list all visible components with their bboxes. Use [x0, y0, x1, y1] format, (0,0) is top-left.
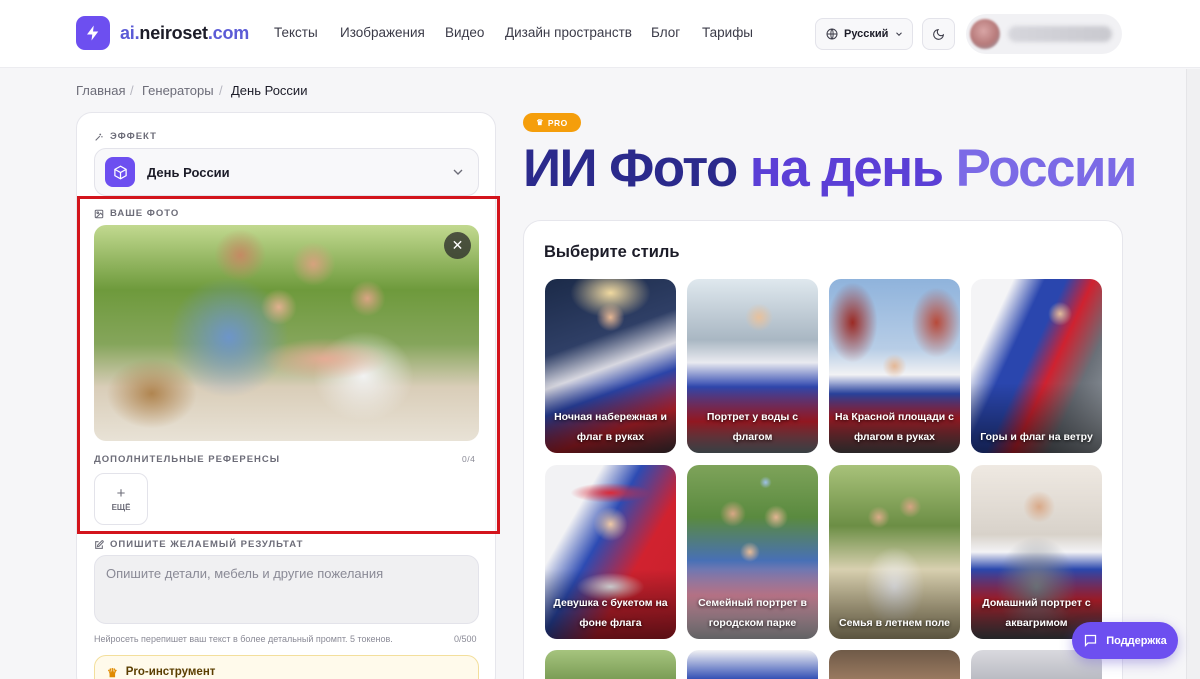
moon-icon	[933, 28, 945, 40]
theme-toggle[interactable]	[922, 18, 955, 50]
prompt-hint: Нейросеть перепишет ваш текст в более де…	[94, 634, 393, 644]
breadcrumb-generators[interactable]: Генераторы	[142, 83, 214, 98]
style-picker-title: Выберите стиль	[544, 243, 680, 261]
description-textarea[interactable]: Опишите детали, мебель и другие пожелани…	[94, 555, 479, 624]
style-card-water-portrait[interactable]: Портрет у воды с флагом	[687, 279, 818, 453]
breadcrumb-home[interactable]: Главная	[76, 83, 125, 98]
logo-text[interactable]: ai.neiroset.com	[120, 23, 249, 44]
nav-video[interactable]: Видео	[445, 25, 484, 40]
chevron-down-icon	[896, 32, 903, 36]
style-card-night-embankment[interactable]: Ночная набережная и флаг в руках	[545, 279, 676, 453]
pro-tool-label: Pro-инструмент	[125, 666, 216, 678]
user-name-redacted	[1008, 26, 1112, 42]
char-count: 0/500	[454, 634, 477, 644]
breadcrumb-separator: /	[219, 83, 223, 98]
pro-badge: ♛ PRO	[523, 113, 581, 132]
support-label: Поддержка	[1106, 634, 1167, 647]
chevron-down-icon	[453, 169, 463, 175]
user-menu[interactable]	[966, 14, 1122, 54]
edit-icon	[95, 539, 104, 549]
style-card-summer-field[interactable]: Семья в летнем поле	[829, 465, 960, 639]
nav-pricing[interactable]: Тарифы	[702, 25, 753, 40]
breadcrumb-separator: /	[130, 83, 134, 98]
avatar	[970, 19, 1000, 49]
breadcrumb-current: День России	[231, 83, 308, 98]
nav-images[interactable]: Изображения	[340, 25, 425, 40]
cube-icon	[105, 157, 135, 187]
top-header: ai.neiroset.com Тексты Изображения Видео…	[0, 0, 1200, 68]
style-card-home-facepaint[interactable]: Домашний портрет с аквагримом	[971, 465, 1102, 639]
nav-interior-design[interactable]: Дизайн пространств	[505, 25, 632, 40]
scrollbar[interactable]	[1186, 69, 1200, 679]
style-card[interactable]	[829, 650, 960, 679]
style-card-red-square[interactable]: На Красной площади с флагом в руках	[829, 279, 960, 453]
describe-label: ОПИШИТЕ ЖЕЛАЕМЫЙ РЕЗУЛЬТАТ	[94, 539, 303, 550]
crown-icon: ♛	[536, 118, 544, 127]
nav-texts[interactable]: Тексты	[274, 25, 318, 40]
magic-icon	[95, 133, 103, 141]
effect-value: День России	[147, 164, 230, 180]
effect-label: ЭФФЕКТ	[94, 131, 157, 142]
style-card[interactable]	[687, 650, 818, 679]
language-select[interactable]: Русский	[815, 18, 913, 50]
language-label: Русский	[844, 28, 889, 40]
logo-bolt-icon[interactable]	[76, 16, 110, 50]
globe-icon	[826, 28, 838, 40]
page-title: ИИ Фото на день России	[523, 139, 1137, 198]
highlight-frame	[77, 196, 500, 534]
effect-dropdown[interactable]: День России	[94, 148, 479, 196]
nav-blog[interactable]: Блог	[651, 25, 680, 40]
crown-icon: ♛	[107, 666, 118, 679]
style-card-mountains[interactable]: Горы и флаг на ветру	[971, 279, 1102, 453]
pro-tool-notice: ♛ Pro-инструмент	[94, 655, 479, 679]
style-card-family-park[interactable]: Семейный портрет в городском парке	[687, 465, 818, 639]
style-card[interactable]	[545, 650, 676, 679]
style-card-bouquet-girl[interactable]: Девушка с букетом на фоне флага	[545, 465, 676, 639]
chat-icon	[1085, 634, 1097, 648]
